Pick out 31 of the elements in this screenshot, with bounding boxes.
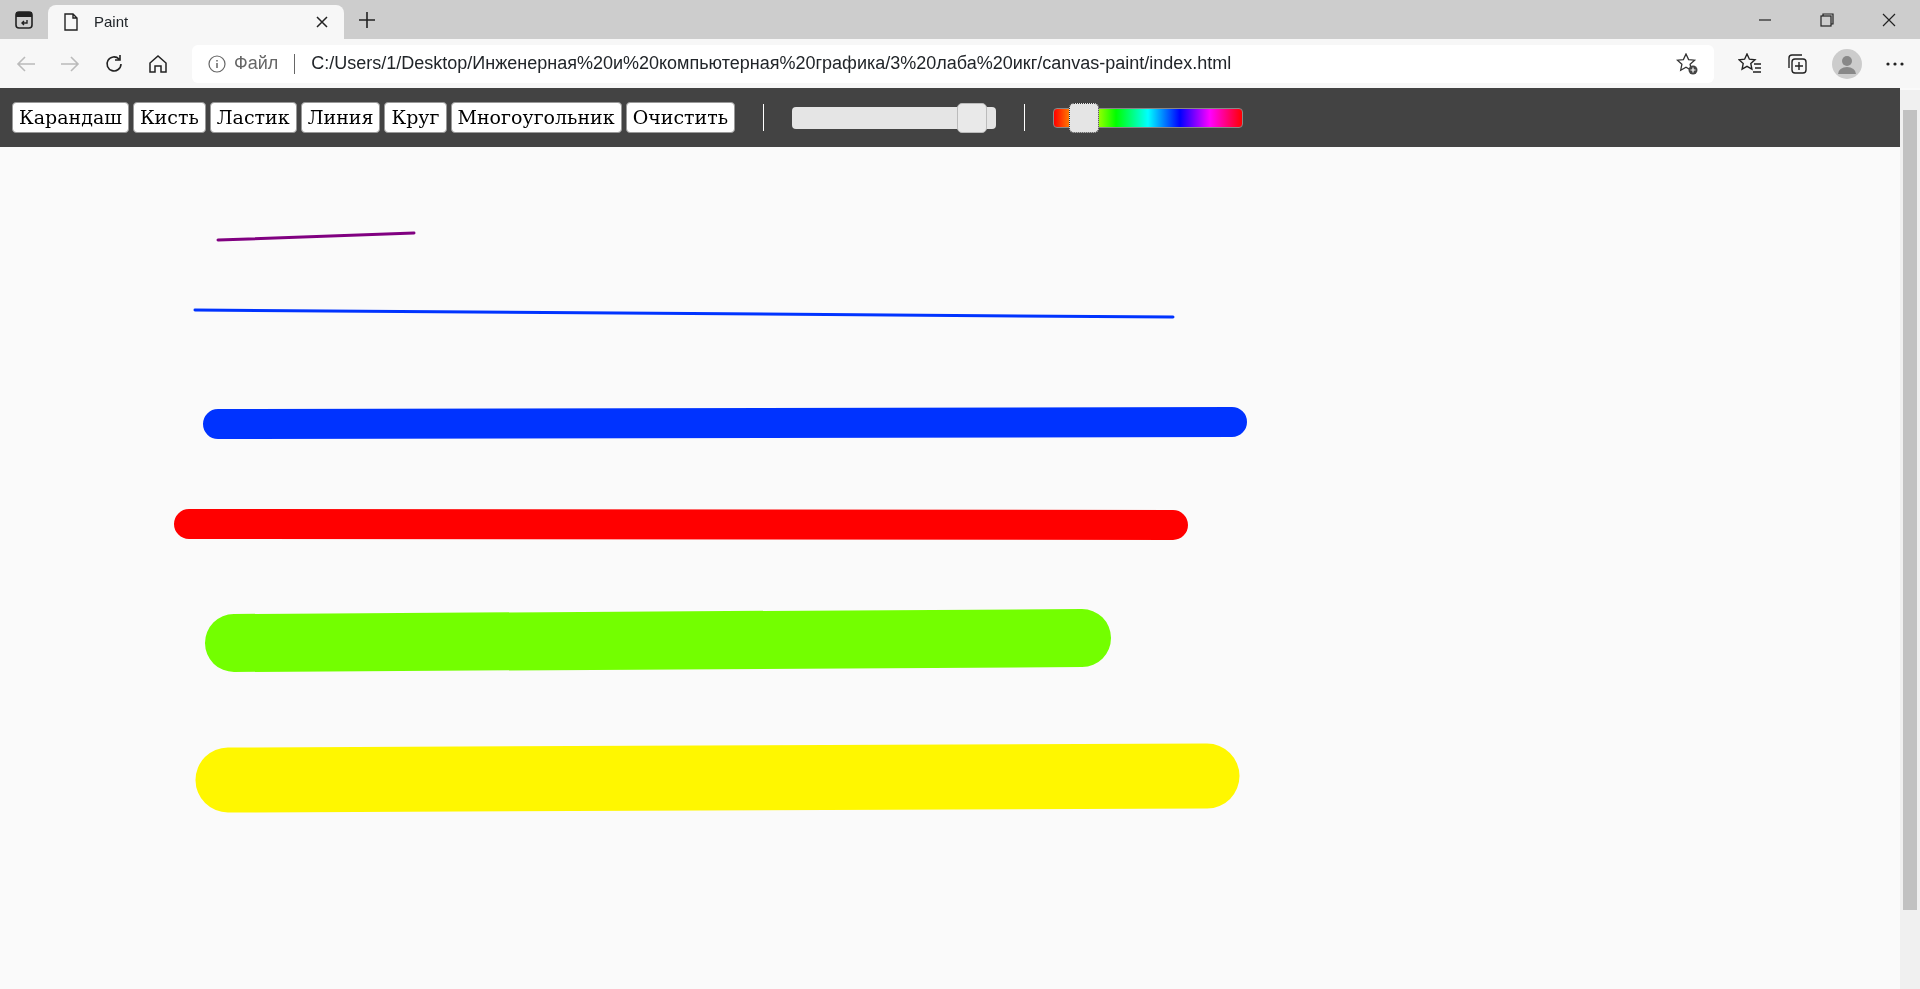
info-icon [208,54,226,73]
document-icon [64,13,78,31]
slider-thumb[interactable] [957,102,988,133]
new-tab-icon[interactable] [358,10,376,29]
tab-actions-icon[interactable] [15,10,33,29]
collections-icon[interactable] [1786,52,1808,75]
browser-tab[interactable]: Paint [48,5,344,39]
close-icon[interactable] [1882,12,1896,27]
tool-button[interactable]: Круг [384,102,447,133]
slider-thumb[interactable] [1069,102,1100,133]
url-text: C:/Users/1/Desktop/Инженерная%20и%20компьютерная%20графика/3%20лаба%20икг/canvas-paint/index.html [311,52,1233,75]
add-favorite-icon[interactable] [1676,52,1698,75]
restore-icon[interactable] [1820,12,1834,27]
hue-slider[interactable] [1053,101,1244,134]
tool-button[interactable]: Многоугольник [450,102,622,133]
tool-button[interactable]: Ластик [209,102,297,133]
address-label: Файл [234,52,279,75]
profile-avatar-icon[interactable] [1832,48,1862,79]
tool-button[interactable]: Очистить [625,102,736,133]
scrollbar[interactable] [1900,90,1920,989]
address-bar[interactable]: Файл C:/Users/1/Desktop/Инженерная%20и%20компьютерная%20графика/3%20лаба%20икг/canvas-paint/index.html [192,44,1714,83]
more-icon[interactable] [1886,61,1904,66]
reload-icon[interactable] [104,53,124,74]
close-icon[interactable] [316,16,328,28]
tool-button[interactable]: Карандаш [12,102,129,133]
home-icon[interactable] [148,53,168,74]
tool-button[interactable]: Кисть [132,102,206,133]
size-slider[interactable] [792,101,997,134]
favorites-icon[interactable] [1738,52,1762,75]
tool-button[interactable]: Линия [300,102,381,133]
tab-title: Paint [94,11,130,32]
